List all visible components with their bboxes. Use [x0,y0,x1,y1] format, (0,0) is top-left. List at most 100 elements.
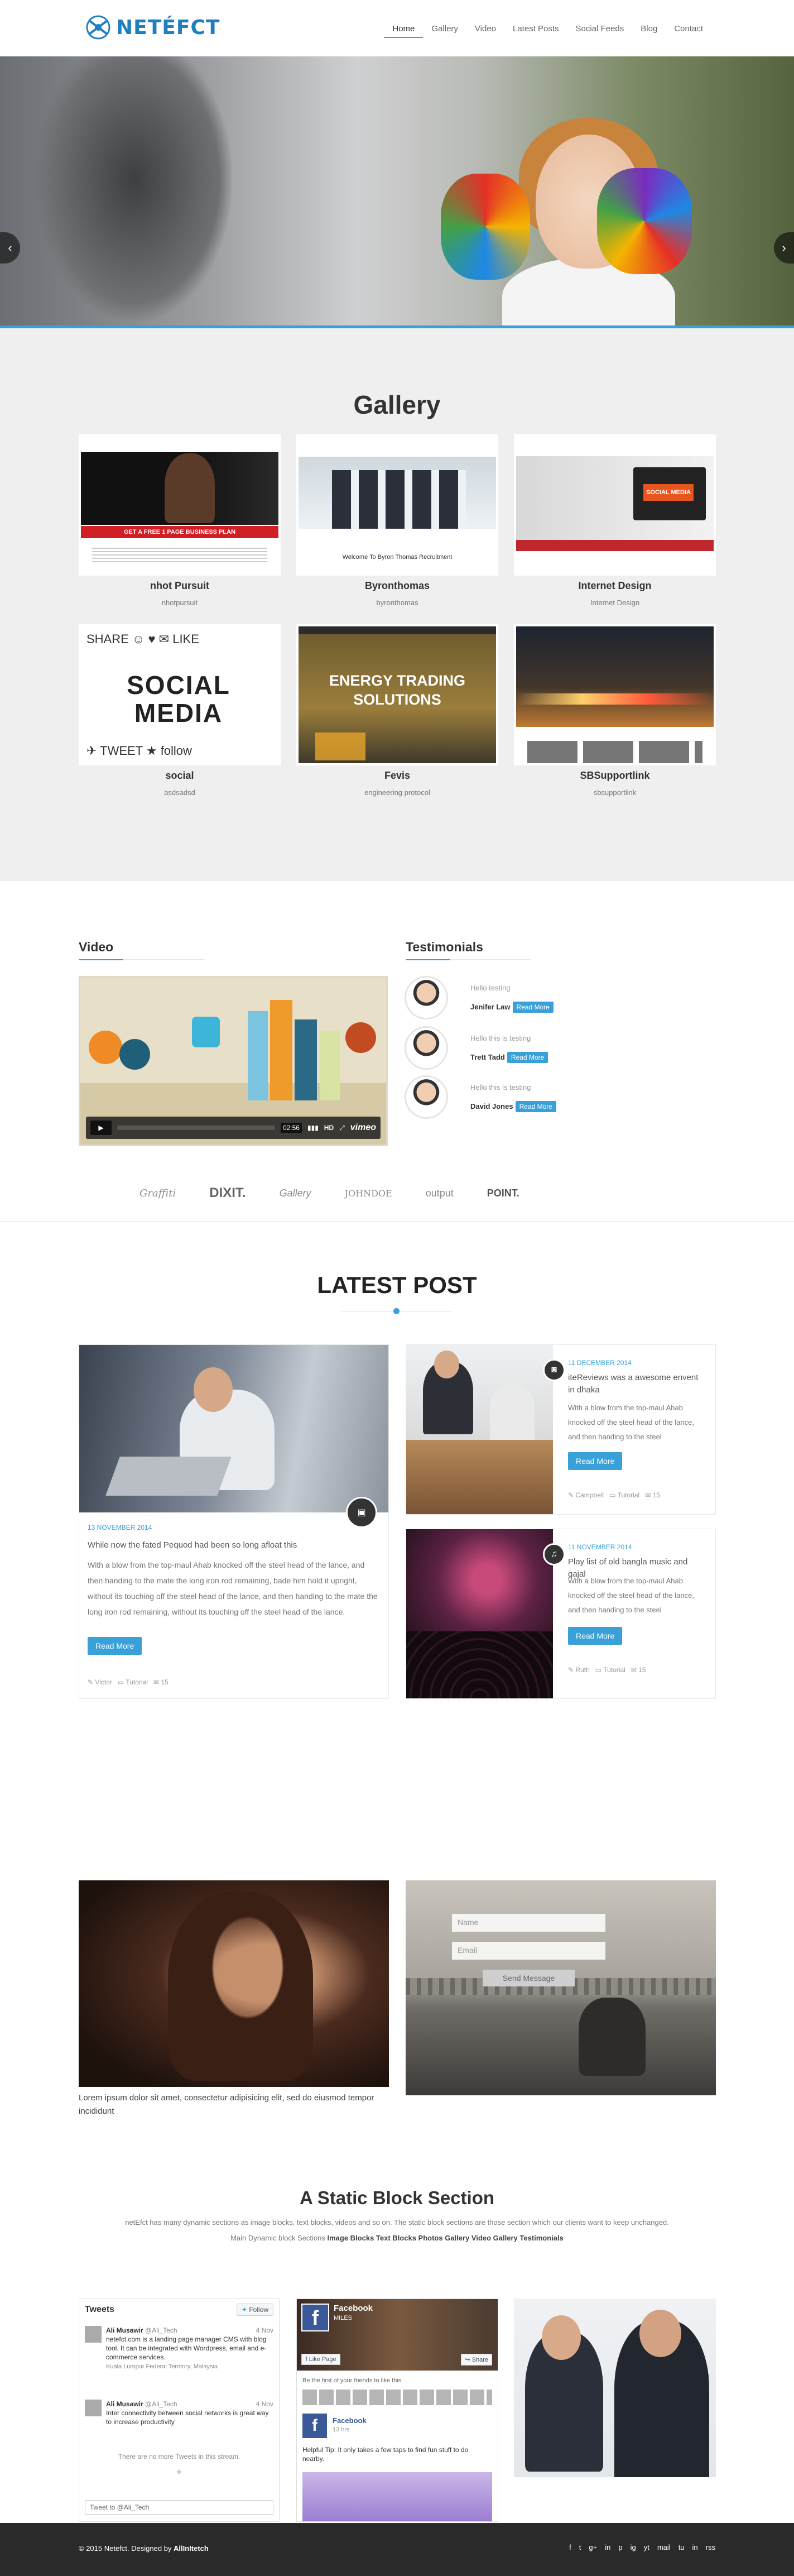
fullscreen-icon[interactable]: ⤢ [339,1124,345,1132]
post-author[interactable]: Campbell [575,1491,604,1499]
tweet-handle[interactable]: @Ali_Tech [145,2326,177,2334]
share-icon: ↪ [465,2357,470,2363]
gallery-thumb-byron[interactable]: Welcome To Byron Thomas Recruitment [296,434,498,576]
read-more-button[interactable]: Read More [515,1101,556,1112]
post-category[interactable]: Tutorial [618,1491,640,1499]
testimonial-text: Hello testing [470,984,511,992]
nav-latest-posts[interactable]: Latest Posts [504,21,567,38]
gallery-thumb-energy[interactable]: ENERGY TRADING SOLUTIONS [296,624,498,765]
pinterest-icon[interactable]: p [618,2543,622,2551]
slider-prev-button[interactable]: ‹ [0,232,20,264]
share-button[interactable]: ↪ Share [461,2354,492,2366]
main-nav: Home Gallery Video Latest Posts Social F… [384,21,711,38]
hd-badge[interactable]: HD [324,1124,334,1132]
instagram-icon[interactable]: ig [631,2543,636,2551]
linkedin-icon[interactable]: in [605,2543,610,2551]
gallery-item-title: Byronthomas [364,580,430,591]
client-logo[interactable]: POINT. [487,1188,519,1199]
read-more-button[interactable]: Read More [88,1637,142,1655]
facebook-post-name[interactable]: Facebook [333,2416,367,2425]
play-icon[interactable]: ▶ [90,1121,112,1135]
tweet-compose-box[interactable]: Tweet to @Ali_Tech [85,2500,273,2515]
tweet-time[interactable]: 4 Nov [256,2400,273,2409]
tweet: Ali Musawir @Ali_Tech 4 Nov netefct.com i… [106,2326,273,2371]
email-icon[interactable]: mail [657,2543,671,2551]
facebook-post-time[interactable]: 13 hrs [333,2426,350,2433]
tweet-time[interactable]: 4 Nov [256,2326,273,2335]
static-block-label: Main Dynamic block Sections [230,2234,328,2242]
name-field[interactable]: Name [452,1914,605,1932]
follow-button[interactable]: ✦ Follow [236,2304,273,2316]
client-logo[interactable]: output [426,1188,454,1199]
google-plus-icon[interactable]: g+ [589,2543,597,2551]
tweet-handle[interactable]: @Ali_Tech [145,2400,177,2408]
slider-next-button[interactable]: › [774,232,794,264]
tweet-text: netefct.com is a landing page manager CM… [106,2335,267,2361]
designer-link[interactable]: AllInItetch [174,2544,209,2553]
gallery-item[interactable]: GET A FREE 1 PAGE BUSINESS PLAN nhot Pur… [79,434,281,607]
gallery-item[interactable]: Welcome To Byron Thomas Recruitment Byro… [296,434,498,607]
post-image[interactable] [406,1529,553,1698]
read-more-button[interactable]: Read More [507,1052,548,1063]
post-date: 11 DECEMBER 2014 [568,1359,632,1367]
gallery-item[interactable]: ENERGY TRADING SOLUTIONS Fevis engineeri… [296,624,498,797]
post-author[interactable]: Victor [95,1678,112,1686]
facebook-likes: MILES [334,2315,353,2321]
volume-icon[interactable]: ▮▮▮ [307,1124,319,1132]
nav-home[interactable]: Home [384,21,424,38]
nav-social-feeds[interactable]: Social Feeds [567,21,633,38]
post-image[interactable] [79,1345,388,1512]
linkedin-alt-icon[interactable]: in [692,2543,698,2551]
nav-contact[interactable]: Contact [666,21,711,38]
gallery-thumb-internet-design[interactable]: SOCIAL MEDIA [514,434,716,576]
video-progress[interactable] [117,1126,275,1130]
twitter-icon[interactable]: t [579,2543,581,2551]
post-category[interactable]: Tutorial [603,1666,625,1674]
client-logo[interactable]: DIXIT. [209,1185,246,1201]
logo[interactable]: NETÉFCT [84,12,220,42]
gallery-item-subtitle: engineering protocol [364,788,430,797]
post-comments[interactable]: 15 [161,1678,168,1686]
read-more-button[interactable]: Read More [568,1452,623,1470]
folder-icon: ▭ [595,1666,602,1674]
client-logo[interactable]: Graffiti [139,1188,176,1199]
post-comments[interactable]: 15 [653,1491,660,1499]
read-more-button[interactable]: Read More [512,1002,554,1013]
gallery-item[interactable]: SBSupportlink sbsupportlink [514,624,716,797]
tweet-author[interactable]: Ali Musawir [106,2326,143,2334]
post-title[interactable]: iteReviews was a awesome envent in dhaka [568,1372,705,1396]
gallery-item-subtitle: byronthomas [376,598,418,607]
youtube-icon[interactable]: yt [644,2543,649,2551]
gallery-thumb-nhot[interactable]: GET A FREE 1 PAGE BUSINESS PLAN [79,434,281,576]
client-logo[interactable]: Gallery [280,1188,311,1199]
facebook-icon[interactable]: f [569,2543,571,2551]
read-more-button[interactable]: Read More [568,1627,623,1645]
gallery-thumb-sbsupportlink[interactable] [514,624,716,765]
email-field[interactable]: Email [452,1942,605,1960]
video-player[interactable]: ▶ 02:56 ▮▮▮ HD ⤢ vimeo [79,976,388,1146]
contact-form-panel [406,1880,716,2095]
gallery-item[interactable]: SOCIAL MEDIA SHARE ☺ ♥ ✉ LIKE ✈ TWEET ★ … [79,624,281,797]
like-page-button[interactable]: f Like Page [301,2354,340,2365]
logo-icon [86,15,110,40]
post-comments[interactable]: 15 [638,1666,646,1674]
nav-gallery[interactable]: Gallery [423,21,466,38]
rss-icon[interactable]: rss [706,2543,715,2551]
post-author[interactable]: Ruth [575,1666,589,1674]
nav-video[interactable]: Video [466,21,504,38]
tweet-author[interactable]: Ali Musawir [106,2400,143,2408]
tumblr-icon[interactable]: tu [678,2543,685,2551]
send-message-button[interactable]: Send Message [483,1970,575,1986]
nav-blog[interactable]: Blog [632,21,666,38]
gallery-thumb-social[interactable]: SOCIAL MEDIA SHARE ☺ ♥ ✉ LIKE ✈ TWEET ★ … [79,624,281,765]
gallery-item[interactable]: SOCIAL MEDIA Internet Design Internet De… [514,434,716,607]
client-logo[interactable]: JOHNDOE [345,1188,392,1199]
facebook-page-name[interactable]: Facebook [334,2304,373,2313]
post-image[interactable] [406,1345,553,1514]
facebook-post-image[interactable] [302,2472,492,2521]
post-footer: ✎ Campbell ▭ Tutorial ✉ 15 [568,1491,660,1499]
post-category[interactable]: Tutorial [126,1678,148,1686]
vimeo-logo[interactable]: vimeo [350,1123,376,1133]
static-block-sections: Main Dynamic block Sections Image Blocks… [89,2231,705,2245]
post-title[interactable]: While now the fated Pequod had been so l… [88,1540,297,1550]
